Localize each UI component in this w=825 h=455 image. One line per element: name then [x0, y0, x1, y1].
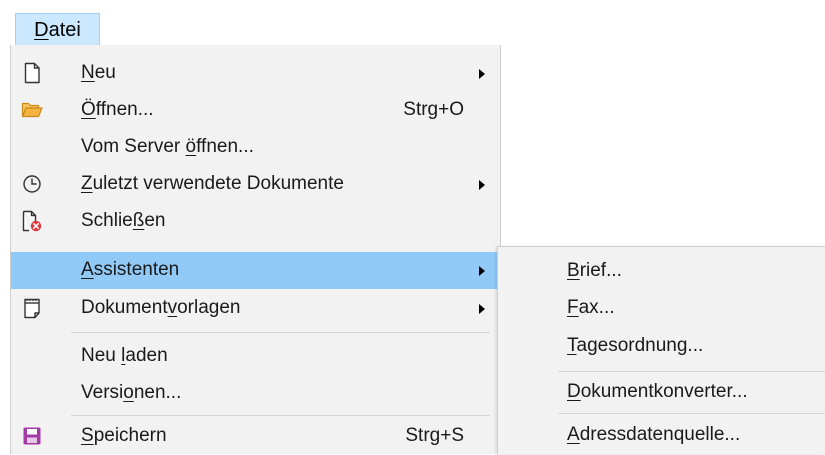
menu-datei-label: Datei: [34, 18, 81, 41]
submenu-item-fax-label: Fax...: [567, 297, 615, 318]
menu-item-open-from-server-label: Vom Server öffnen...: [81, 136, 254, 157]
menu-item-close[interactable]: Schließen: [11, 203, 500, 240]
submenu-item-agenda-label: Tagesordnung...: [567, 335, 704, 356]
submenu-separator: [558, 413, 825, 414]
submenu-arrow-icon: [479, 180, 485, 190]
submenu-item-fax[interactable]: Fax...: [498, 290, 825, 327]
submenu-item-document-converter[interactable]: Dokumentkonverter...: [498, 374, 825, 411]
menu-item-wizards[interactable]: Assistenten: [11, 252, 500, 289]
menu-item-open-from-server[interactable]: Vom Server öffnen...: [11, 129, 500, 166]
menu-item-save[interactable]: Speichern Strg+S: [11, 418, 500, 455]
open-folder-icon: [20, 98, 44, 122]
menu-item-reload[interactable]: Neu laden: [11, 338, 500, 375]
menu-item-open-shortcut: Strg+O: [403, 99, 464, 120]
submenu-item-address-data-source-label: Adressdatenquelle...: [567, 424, 741, 445]
file-menu: Neu Öffnen... Strg+O Vom Server öffnen..…: [10, 45, 501, 454]
menu-item-recent-documents[interactable]: Zuletzt verwendete Dokumente: [11, 166, 500, 203]
menu-separator: [71, 332, 490, 333]
menu-item-close-label: Schließen: [81, 210, 166, 231]
submenu-separator: [558, 371, 825, 372]
menu-item-recent-documents-label: Zuletzt verwendete Dokumente: [81, 173, 344, 194]
submenu-item-letter[interactable]: Brief...: [498, 253, 825, 290]
menu-item-open-label: Öffnen...: [81, 99, 154, 120]
submenu-arrow-icon: [479, 266, 485, 276]
menu-item-open[interactable]: Öffnen... Strg+O: [11, 92, 500, 129]
menu-item-new[interactable]: Neu: [11, 55, 500, 92]
menu-item-save-shortcut: Strg+S: [405, 425, 464, 446]
menu-item-reload-label: Neu laden: [81, 345, 168, 366]
close-document-icon: [20, 209, 44, 233]
submenu-arrow-icon: [479, 69, 485, 79]
menu-item-versions[interactable]: Versionen...: [11, 375, 500, 412]
recent-clock-icon: [20, 172, 44, 196]
save-icon: [20, 424, 44, 448]
new-document-icon: [20, 61, 44, 85]
submenu-item-address-data-source[interactable]: Adressdatenquelle...: [498, 417, 825, 454]
menu-separator: [71, 415, 490, 416]
templates-icon: [20, 296, 44, 320]
menu-bar: Datei: [0, 0, 825, 46]
wizards-submenu: Brief... Fax... Tagesordnung... Dokument…: [497, 246, 825, 454]
menu-item-wizards-label: Assistenten: [81, 259, 180, 280]
submenu-item-letter-label: Brief...: [567, 260, 622, 281]
menu-item-templates[interactable]: Dokumentvorlagen: [11, 290, 500, 327]
menu-item-new-label: Neu: [81, 62, 116, 83]
submenu-item-document-converter-label: Dokumentkonverter...: [567, 381, 748, 402]
menu-item-templates-label: Dokumentvorlagen: [81, 297, 241, 318]
menu-item-save-label: Speichern: [81, 425, 167, 446]
submenu-item-agenda[interactable]: Tagesordnung...: [498, 328, 825, 365]
menu-item-versions-label: Versionen...: [81, 382, 182, 403]
submenu-arrow-icon: [479, 304, 485, 314]
menu-datei[interactable]: Datei: [15, 13, 100, 46]
